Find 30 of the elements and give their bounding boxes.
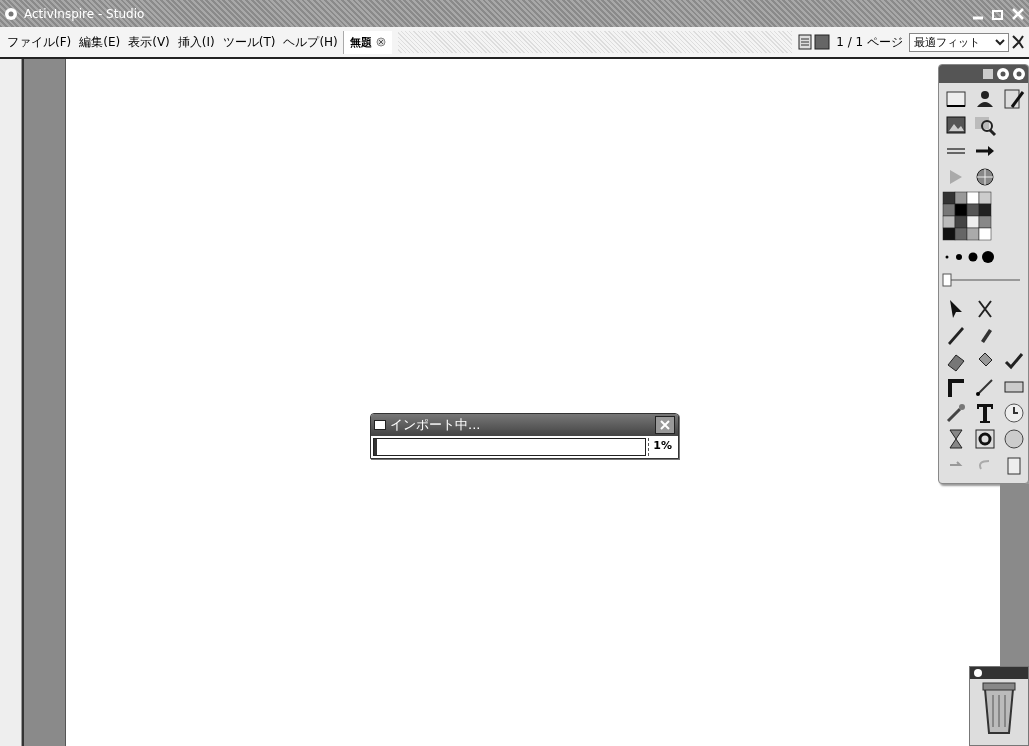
- app-logo-icon: [4, 6, 18, 21]
- menu-item[interactable]: 編集(E): [76, 31, 124, 53]
- square-icon[interactable]: [982, 68, 994, 80]
- trash-can-icon[interactable]: [979, 679, 1019, 735]
- dropdown-caret-icon: [994, 36, 1006, 48]
- page-thumbnail-icon[interactable]: [814, 34, 831, 50]
- circle-button-icon[interactable]: [973, 668, 983, 678]
- page-counter: 1 / 1 ページ: [836, 33, 903, 51]
- menu-item[interactable]: ファイル(F): [4, 31, 75, 53]
- window-icon: [374, 420, 386, 430]
- zoom-dropdown[interactable]: 最適フィット: [909, 32, 1009, 52]
- close-button[interactable]: [655, 416, 675, 434]
- circle-button-icon[interactable]: [1012, 67, 1026, 81]
- menu-item[interactable]: ツール(T): [219, 31, 279, 53]
- menu-item[interactable]: ヘルプ(H): [280, 31, 341, 53]
- expand-icon[interactable]: [1011, 34, 1025, 50]
- dialog-title: インポート中...: [390, 416, 482, 434]
- clock-icon[interactable]: [1002, 400, 1026, 425]
- circle-button-icon[interactable]: [996, 67, 1010, 81]
- document-tab[interactable]: 無題: [342, 30, 392, 54]
- menu-item[interactable]: 表示(V): [125, 31, 173, 53]
- tab-close-icon[interactable]: [375, 37, 386, 47]
- close-icon: [659, 419, 671, 431]
- progress-reading: 1%: [648, 438, 676, 456]
- pen-on-page-icon[interactable]: [1002, 86, 1026, 111]
- slider-drawing[interactable]: [942, 273, 1022, 287]
- window-title: ActivInspire - Studio: [24, 6, 146, 21]
- color-palette-drawing[interactable]: [942, 191, 992, 241]
- menu-item[interactable]: 挿入(I): [174, 31, 218, 53]
- close-icon[interactable]: [1011, 6, 1025, 21]
